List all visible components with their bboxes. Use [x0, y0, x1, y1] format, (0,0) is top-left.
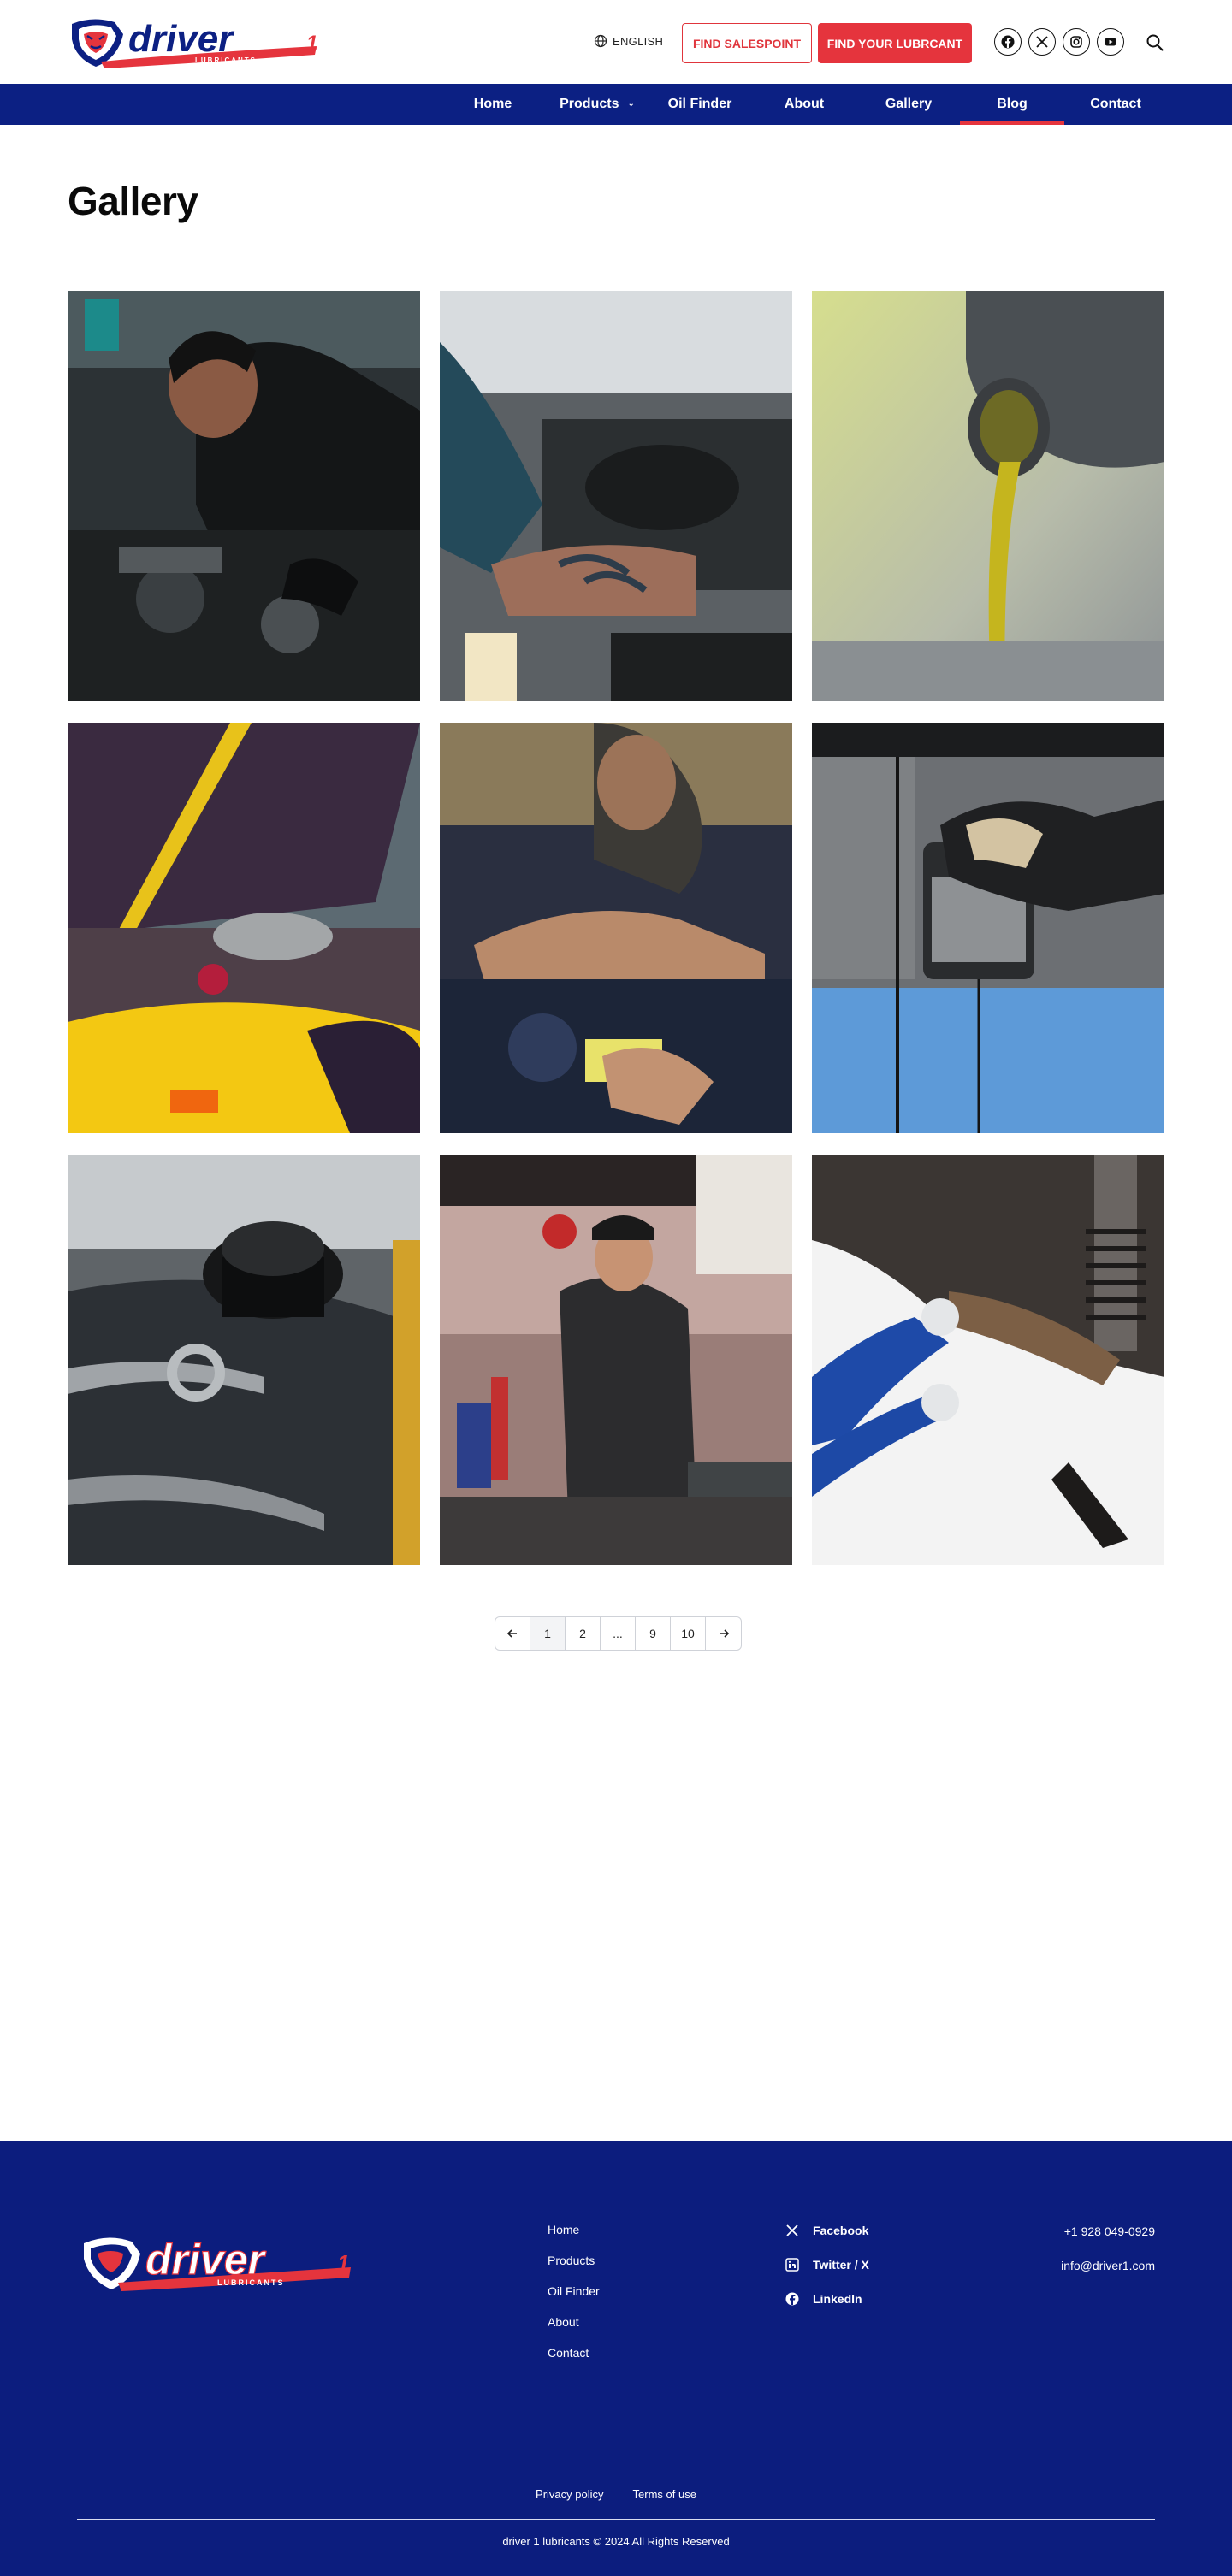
footer-nav: Home Products Oil Finder About Contact [548, 2223, 600, 2360]
gallery-image-oil-filter[interactable] [812, 723, 1164, 1133]
x-icon [786, 2224, 798, 2236]
language-selector[interactable]: ENGLISH [594, 34, 663, 48]
footer-logo[interactable]: driver 1 LUBRICANTS [80, 2231, 354, 2298]
footer-logo-wordmark: driver [145, 2236, 267, 2284]
prev-page-button[interactable] [495, 1617, 530, 1650]
page-ellipsis: ... [601, 1617, 636, 1650]
gallery-image-tattooed-arm[interactable] [440, 291, 792, 701]
gallery-image-wrenches[interactable] [68, 1155, 420, 1565]
privacy-policy-link[interactable]: Privacy policy [536, 2488, 603, 2501]
gallery-image-yellow-car[interactable] [68, 723, 420, 1133]
find-salespoint-button[interactable]: FIND SALESPOINT [682, 23, 812, 63]
footer-phone[interactable]: +1 928 049-0929 [1061, 2224, 1155, 2238]
footer-link-oil-finder[interactable]: Oil Finder [548, 2284, 600, 2298]
nav-item-blog[interactable]: Blog [960, 84, 1064, 125]
pagination: 1 2 ... 9 10 [495, 1616, 742, 1651]
page-link-10[interactable]: 10 [671, 1617, 706, 1650]
facebook-icon[interactable] [994, 28, 1022, 56]
nav-item-contact[interactable]: Contact [1063, 84, 1168, 125]
footer-link-about[interactable]: About [548, 2315, 600, 2329]
header-social-links [994, 28, 1124, 56]
page-link-1[interactable]: 1 [530, 1617, 566, 1650]
language-label: ENGLISH [613, 34, 664, 48]
arrow-right-icon [719, 1629, 729, 1638]
x-icon[interactable] [1028, 28, 1056, 56]
chevron-down-icon: ⌄ [627, 98, 635, 109]
top-header: driver 1 LUBRICANTS ENGLISH FIND SALESPO… [0, 0, 1232, 84]
site-footer: driver 1 LUBRICANTS Home Products Oil Fi… [0, 2141, 1232, 2576]
instagram-icon[interactable] [1063, 28, 1090, 56]
nav-item-products[interactable]: Products ⌄ [545, 84, 649, 125]
facebook-icon [785, 2292, 799, 2306]
page-link-9[interactable]: 9 [636, 1617, 671, 1650]
footer-contact: +1 928 049-0929 info@driver1.com [1061, 2224, 1155, 2272]
find-lubricant-button[interactable]: FIND YOUR LUBRCANT [818, 23, 972, 63]
nav-item-about[interactable]: About [752, 84, 856, 125]
page-title: Gallery [68, 179, 198, 223]
footer-email[interactable]: info@driver1.com [1061, 2259, 1155, 2272]
gallery-image-mechanic[interactable] [68, 291, 420, 701]
footer-social-links: Facebook Twitter / X LinkedIn [785, 2224, 869, 2306]
footer-social-facebook[interactable]: Facebook [785, 2224, 869, 2237]
footer-divider [77, 2519, 1155, 2520]
footer-logo-subtext: LUBRICANTS [217, 2278, 285, 2287]
gallery-image-suspension[interactable] [812, 1155, 1164, 1565]
copyright-text: driver 1 lubricants © 2024 All Rights Re… [502, 2535, 730, 2548]
next-page-button[interactable] [706, 1617, 741, 1650]
linkedin-icon [785, 2258, 799, 2272]
footer-social-label: LinkedIn [813, 2292, 862, 2306]
gallery-image-engine-bay[interactable] [440, 723, 792, 1133]
youtube-icon[interactable] [1097, 28, 1124, 56]
arrow-left-icon [506, 1629, 517, 1638]
logo-wordmark: driver [128, 18, 235, 60]
terms-of-use-link[interactable]: Terms of use [633, 2488, 696, 2501]
nav-item-home[interactable]: Home [441, 84, 545, 125]
footer-social-linkedin[interactable]: LinkedIn [785, 2292, 869, 2306]
footer-link-home[interactable]: Home [548, 2223, 600, 2236]
footer-social-twitter[interactable]: Twitter / X [785, 2258, 869, 2272]
main-nav: Home Products ⌄ Oil Finder About Gallery … [0, 84, 1232, 125]
nav-item-gallery[interactable]: Gallery [856, 84, 961, 125]
footer-social-label: Facebook [813, 2224, 869, 2237]
footer-legal-links: Privacy policy Terms of use [0, 2488, 1232, 2501]
nav-item-oil-finder[interactable]: Oil Finder [648, 84, 752, 125]
gallery-image-oil-pour[interactable] [812, 291, 1164, 701]
page-link-2[interactable]: 2 [566, 1617, 601, 1650]
logo-number: 1 [306, 32, 317, 55]
footer-social-label: Twitter / X [813, 2258, 869, 2272]
footer-link-contact[interactable]: Contact [548, 2346, 600, 2360]
footer-logo-number: 1 [337, 2250, 349, 2276]
logo-subtext: LUBRICANTS [195, 56, 257, 64]
brand-logo[interactable]: driver 1 LUBRICANTS [67, 14, 320, 74]
globe-icon [594, 34, 607, 48]
search-icon[interactable] [1145, 32, 1165, 53]
gallery-image-workshop-mechanic[interactable] [440, 1155, 792, 1565]
footer-link-products[interactable]: Products [548, 2254, 600, 2267]
